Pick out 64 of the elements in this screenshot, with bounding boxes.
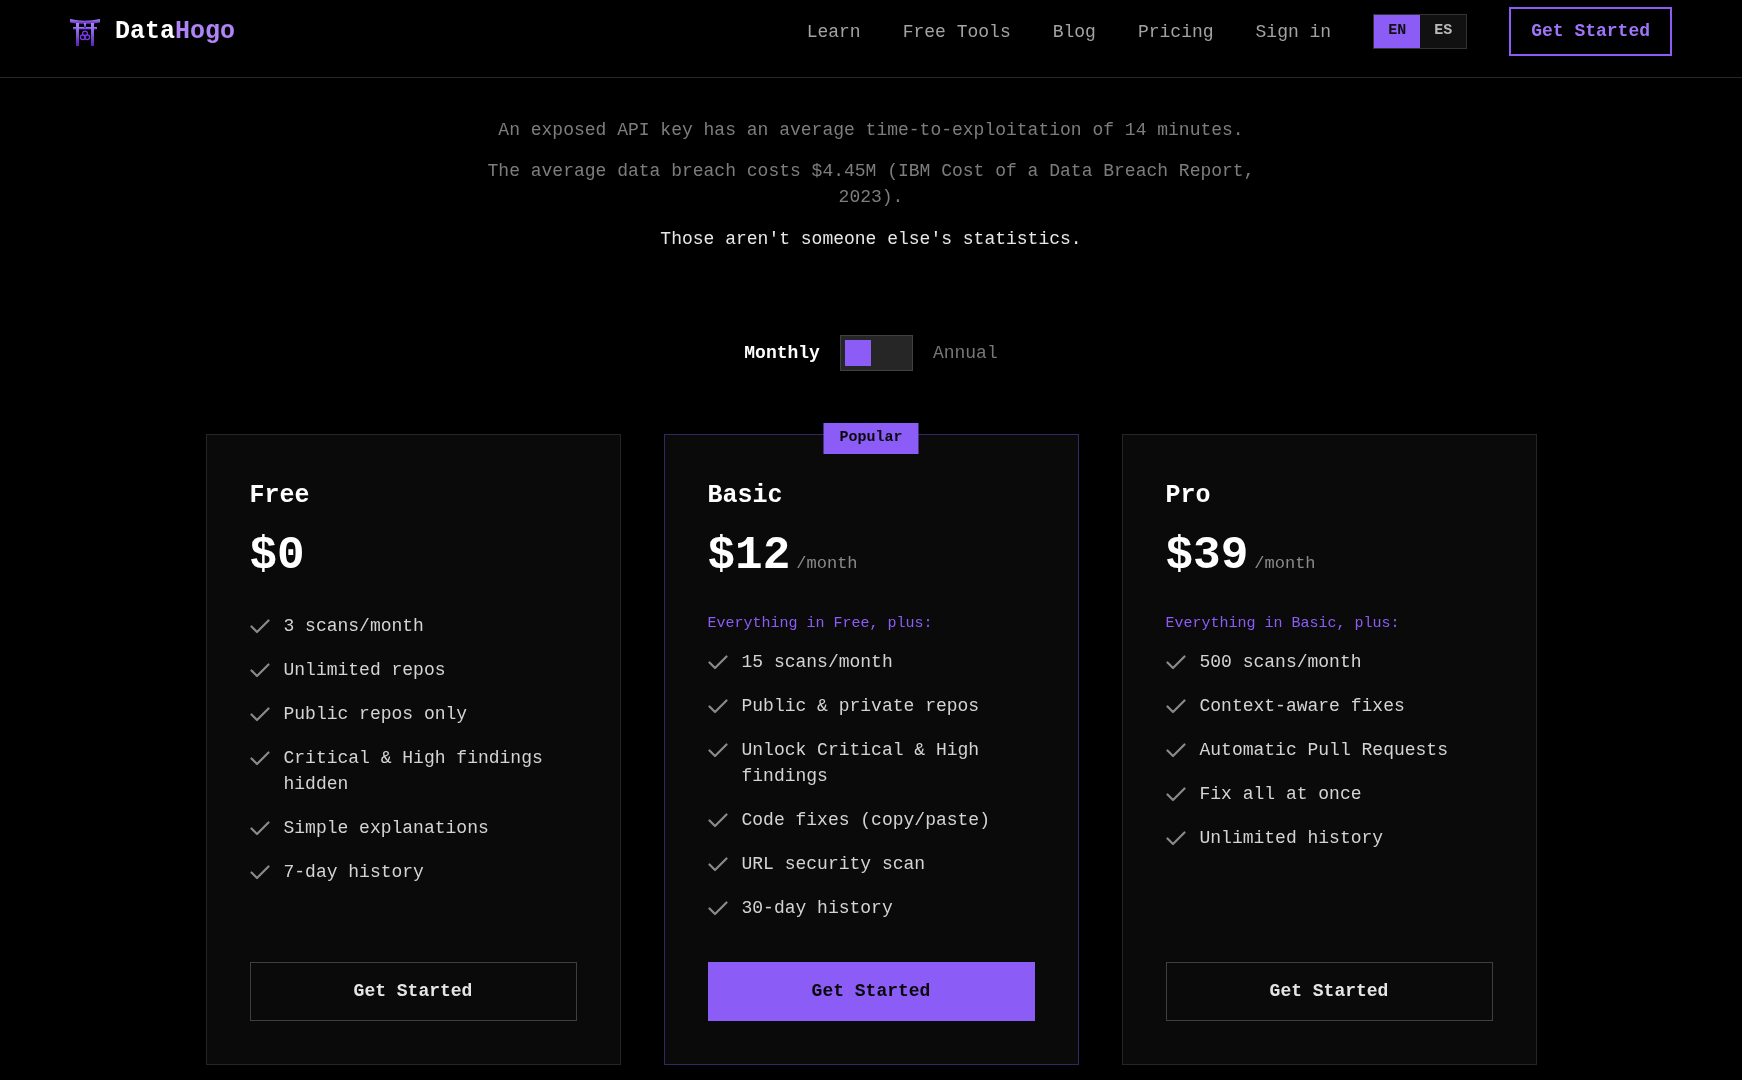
- feature-text: Fix all at once: [1199, 783, 1362, 806]
- price-period: /month: [796, 553, 858, 575]
- feature-text: Critical & High findings hidden: [283, 747, 544, 796]
- check-icon: [707, 743, 728, 758]
- plan-price: $39: [1165, 533, 1249, 579]
- plan-name: Pro: [1165, 480, 1212, 512]
- feature-text: 30-day history: [741, 897, 893, 920]
- gate-icon: [70, 17, 100, 46]
- price-period: /month: [1254, 553, 1316, 575]
- check-icon: [707, 901, 728, 916]
- billing-option[interactable]: Annual: [932, 340, 998, 366]
- language-option[interactable]: EN: [1374, 15, 1421, 48]
- check-icon: [249, 821, 270, 836]
- statistic-text: The average data breach costs $4.45M (IBM Cost of a Data Breach Report, 2023).: [486, 160, 1256, 209]
- language-option[interactable]: ES: [1420, 15, 1467, 48]
- check-icon: [249, 663, 270, 678]
- plan-name: Basic: [707, 480, 784, 512]
- feature-text: Automatic Pull Requests: [1199, 739, 1448, 762]
- nav-link[interactable]: Blog: [1052, 18, 1096, 45]
- check-icon: [249, 707, 270, 722]
- feature-text: 500 scans/month: [1199, 651, 1362, 674]
- feature-text: 15 scans/month: [741, 651, 893, 674]
- plan-price: $0: [249, 533, 305, 579]
- nav-link[interactable]: Pricing: [1137, 18, 1214, 45]
- check-icon: [249, 751, 270, 766]
- feature-text: 7-day history: [283, 861, 424, 884]
- billing-option[interactable]: Monthly: [744, 340, 820, 366]
- check-icon: [707, 857, 728, 872]
- nav-link[interactable]: Learn: [806, 18, 861, 45]
- check-icon: [1165, 655, 1186, 670]
- get-started-button[interactable]: Get Started: [707, 962, 1035, 1021]
- nav-link[interactable]: Free Tools: [902, 18, 1011, 45]
- plan-price: $12: [707, 533, 791, 579]
- check-icon: [707, 813, 728, 828]
- statistic-text: An exposed API key has an average time-to-exploitation of 14 minutes.: [498, 119, 1244, 142]
- feature-text: Code fixes (copy/paste): [741, 809, 990, 832]
- feature-text: Simple explanations: [283, 817, 489, 840]
- check-icon: [1165, 699, 1186, 714]
- feature-text: URL security scan: [741, 853, 926, 876]
- popular-badge: Popular: [823, 423, 919, 454]
- check-icon: [707, 699, 728, 714]
- feature-text: Unlock Critical & High findings: [741, 739, 981, 788]
- feature-text: Public & private repos: [741, 695, 980, 718]
- check-icon: [249, 619, 270, 634]
- check-icon: [249, 865, 270, 880]
- feature-text: Unlimited repos: [283, 659, 446, 682]
- check-icon: [1165, 831, 1186, 846]
- check-icon: [1165, 787, 1186, 802]
- check-icon: [1165, 743, 1186, 758]
- feature-text: Unlimited history: [1199, 827, 1384, 850]
- billing-switch[interactable]: [839, 335, 913, 371]
- logo-text[interactable]: DataHogo: [115, 15, 236, 48]
- includes-note: Everything in Basic, plus:: [1165, 614, 1401, 634]
- nav-link[interactable]: Sign in: [1255, 18, 1332, 45]
- check-icon: [707, 655, 728, 670]
- get-started-button[interactable]: Get Started: [1165, 962, 1493, 1021]
- get-started-button[interactable]: Get Started: [1509, 7, 1672, 56]
- get-started-button[interactable]: Get Started: [249, 962, 577, 1021]
- includes-note: Everything in Free, plus:: [707, 614, 934, 634]
- feature-text: Context-aware fixes: [1199, 695, 1405, 718]
- plan-name: Free: [249, 480, 311, 512]
- closing-text: Those aren't someone else's statistics.: [660, 228, 1082, 251]
- feature-text: Public repos only: [283, 703, 468, 726]
- feature-text: 3 scans/month: [283, 615, 424, 638]
